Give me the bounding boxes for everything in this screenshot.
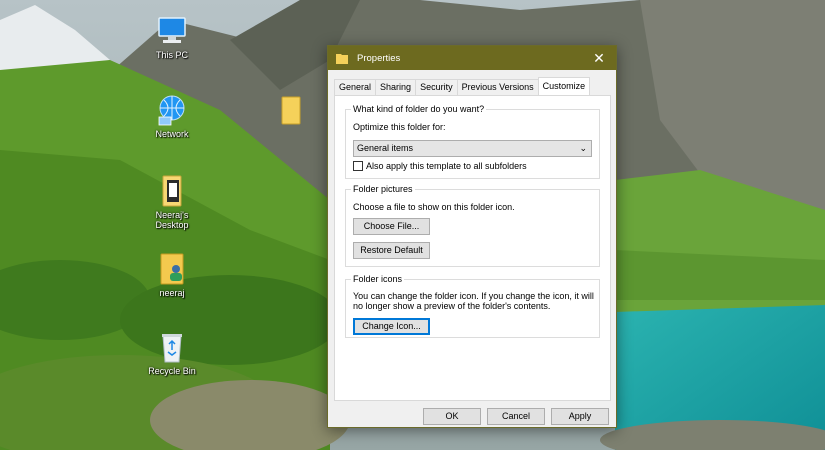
desktop-icon-label: Neeraj's Desktop [155, 210, 189, 230]
ok-button[interactable]: OK [423, 408, 481, 425]
tab-strip: General Sharing Security Previous Versio… [334, 77, 591, 95]
choose-file-button[interactable]: Choose File... [353, 218, 430, 235]
apply-button[interactable]: Apply [551, 408, 609, 425]
desktop-icon-label: Network [155, 129, 189, 139]
user-folder-icon [155, 252, 189, 286]
customize-pane: What kind of folder do you want? Optimiz… [334, 95, 611, 401]
folder-icons-group: Folder icons You can change the folder i… [345, 274, 600, 338]
desktop-icon-this-pc[interactable]: This PC [137, 14, 207, 60]
desktop-icon-label: Recycle Bin [148, 366, 196, 376]
tab-security[interactable]: Security [415, 79, 458, 95]
title-bar[interactable]: Properties ✕ [328, 46, 616, 70]
optimize-select[interactable]: General items ⌄ [353, 140, 592, 157]
folder-kind-group: What kind of folder do you want? Optimiz… [345, 104, 600, 179]
group-legend: Folder pictures [351, 184, 415, 195]
dialog-body: General Sharing Security Previous Versio… [328, 70, 616, 427]
desktop-icon-label: This PC [155, 50, 188, 60]
restore-default-button[interactable]: Restore Default [353, 242, 430, 259]
desktop-icon-label: neeraj [159, 288, 185, 298]
desktop-icon-network[interactable]: Network [137, 93, 207, 139]
icons-description-line2: no longer show a preview of the folder's… [353, 301, 551, 311]
window-title: Properties [357, 52, 401, 64]
recycle-bin-icon [155, 330, 189, 364]
tab-customize[interactable]: Customize [537, 77, 591, 95]
desktop-folder-icon[interactable] [281, 96, 301, 125]
properties-dialog: Properties ✕ General Sharing Security Pr… [327, 45, 617, 428]
group-legend: Folder icons [351, 274, 405, 285]
optimize-label: Optimize this folder for: [353, 122, 446, 132]
folder-pictures-group: Folder pictures Choose a file to show on… [345, 184, 600, 267]
desktop-icon-neerajs-desktop[interactable]: Neeraj's Desktop [137, 174, 207, 230]
this-pc-icon [155, 14, 189, 48]
desktop-icon-neeraj[interactable]: neeraj [137, 252, 207, 298]
desktop-icon-recycle-bin[interactable]: Recycle Bin [137, 330, 207, 376]
network-icon [155, 93, 189, 127]
chevron-down-icon: ⌄ [579, 143, 587, 153]
change-icon-button[interactable]: Change Icon... [353, 318, 430, 335]
group-legend: What kind of folder do you want? [351, 104, 487, 115]
folder-icon [155, 174, 189, 208]
apply-subfolders-checkbox[interactable] [353, 161, 363, 171]
tab-general[interactable]: General [334, 79, 377, 95]
close-icon[interactable]: ✕ [582, 46, 616, 70]
folder-icon [336, 53, 348, 64]
cancel-button[interactable]: Cancel [487, 408, 545, 425]
selected-option: General items [357, 143, 414, 153]
tab-previous-versions[interactable]: Previous Versions [456, 79, 539, 95]
apply-subfolders-label: Also apply this template to all subfolde… [366, 161, 527, 171]
pictures-description: Choose a file to show on this folder ico… [353, 202, 515, 212]
tab-sharing[interactable]: Sharing [375, 79, 417, 95]
